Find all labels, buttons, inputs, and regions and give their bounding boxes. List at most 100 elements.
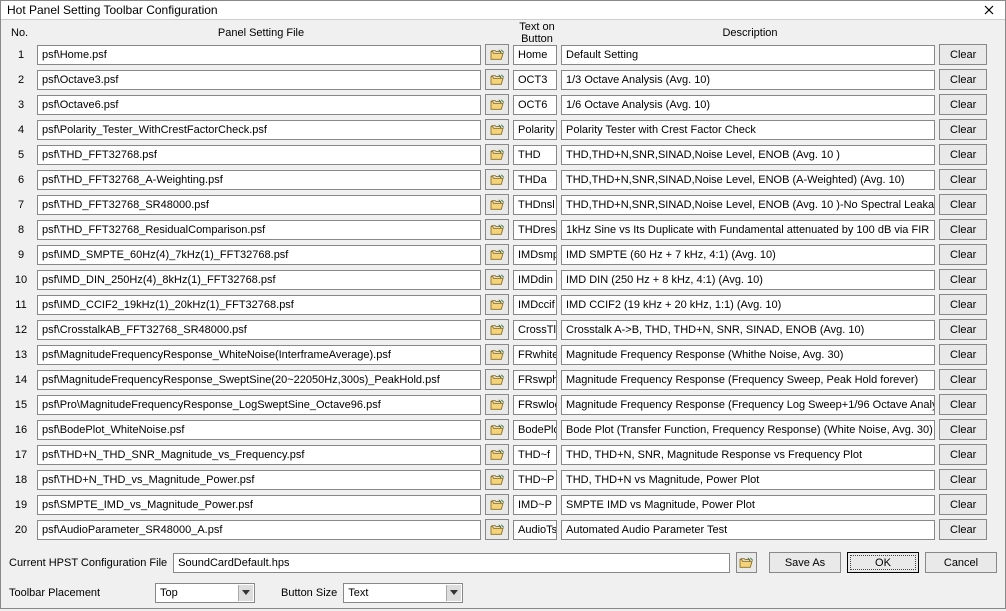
description-input[interactable]: Crosstalk A->B, THD, THD+N, SNR, SINAD, … (561, 320, 935, 340)
panel-setting-file-input[interactable]: psf\THD_FFT32768.psf (37, 145, 481, 165)
description-input[interactable]: Magnitude Frequency Response (Whithe Noi… (561, 345, 935, 365)
panel-setting-file-input[interactable]: psf\THD+N_THD_SNR_Magnitude_vs_Frequency… (37, 445, 481, 465)
description-input[interactable]: Magnitude Frequency Response (Frequency … (561, 370, 935, 390)
clear-button[interactable]: Clear (939, 369, 987, 390)
description-input[interactable]: SMPTE IMD vs Magnitude, Power Plot (561, 495, 935, 515)
panel-setting-file-input[interactable]: psf\MagnitudeFrequencyResponse_SweptSine… (37, 370, 481, 390)
button-text-input[interactable]: IMD~P (513, 495, 557, 515)
panel-setting-file-input[interactable]: psf\CrosstalkAB_FFT32768_SR48000.psf (37, 320, 481, 340)
clear-button[interactable]: Clear (939, 219, 987, 240)
description-input[interactable]: Polarity Tester with Crest Factor Check (561, 120, 935, 140)
clear-button[interactable]: Clear (939, 519, 987, 540)
browse-button[interactable] (485, 344, 509, 365)
panel-setting-file-input[interactable]: psf\SMPTE_IMD_vs_Magnitude_Power.psf (37, 495, 481, 515)
button-text-input[interactable]: IMDsmp (513, 245, 557, 265)
description-input[interactable]: Bode Plot (Transfer Function, Frequency … (561, 420, 935, 440)
button-size-select[interactable]: Text (343, 583, 463, 603)
panel-setting-file-input[interactable]: psf\THD_FFT32768_A-Weighting.psf (37, 170, 481, 190)
button-text-input[interactable]: THD~f (513, 445, 557, 465)
clear-button[interactable]: Clear (939, 319, 987, 340)
browse-button[interactable] (485, 194, 509, 215)
browse-config-button[interactable] (736, 552, 757, 573)
clear-button[interactable]: Clear (939, 494, 987, 515)
panel-setting-file-input[interactable]: psf\Octave6.psf (37, 95, 481, 115)
button-text-input[interactable]: THDnsl (513, 195, 557, 215)
description-input[interactable]: THD, THD+N, SNR, Magnitude Response vs F… (561, 445, 935, 465)
browse-button[interactable] (485, 519, 509, 540)
browse-button[interactable] (485, 494, 509, 515)
panel-setting-file-input[interactable]: psf\Home.psf (37, 45, 481, 65)
clear-button[interactable]: Clear (939, 69, 987, 90)
browse-button[interactable] (485, 444, 509, 465)
browse-button[interactable] (485, 394, 509, 415)
clear-button[interactable]: Clear (939, 144, 987, 165)
button-text-input[interactable]: FRswlog (513, 395, 557, 415)
panel-setting-file-input[interactable]: psf\THD_FFT32768_SR48000.psf (37, 195, 481, 215)
panel-setting-file-input[interactable]: psf\BodePlot_WhiteNoise.psf (37, 420, 481, 440)
browse-button[interactable] (485, 169, 509, 190)
browse-button[interactable] (485, 119, 509, 140)
button-text-input[interactable]: IMDdin (513, 270, 557, 290)
clear-button[interactable]: Clear (939, 194, 987, 215)
button-text-input[interactable]: IMDccif (513, 295, 557, 315)
button-text-input[interactable]: AudioTst (513, 520, 557, 540)
clear-button[interactable]: Clear (939, 469, 987, 490)
browse-button[interactable] (485, 469, 509, 490)
description-input[interactable]: Automated Audio Parameter Test (561, 520, 935, 540)
save-as-button[interactable]: Save As (769, 552, 841, 573)
cancel-button[interactable]: Cancel (925, 552, 997, 573)
panel-setting-file-input[interactable]: psf\IMD_DIN_250Hz(4)_8kHz(1)_FFT32768.ps… (37, 270, 481, 290)
panel-setting-file-input[interactable]: psf\MagnitudeFrequencyResponse_WhiteNois… (37, 345, 481, 365)
clear-button[interactable]: Clear (939, 169, 987, 190)
browse-button[interactable] (485, 219, 509, 240)
clear-button[interactable]: Clear (939, 444, 987, 465)
button-text-input[interactable]: OCT3 (513, 70, 557, 90)
clear-button[interactable]: Clear (939, 419, 987, 440)
button-text-input[interactable]: THDres (513, 220, 557, 240)
clear-button[interactable]: Clear (939, 269, 987, 290)
button-text-input[interactable]: THD~P (513, 470, 557, 490)
browse-button[interactable] (485, 419, 509, 440)
panel-setting-file-input[interactable]: psf\THD_FFT32768_ResidualComparison.psf (37, 220, 481, 240)
browse-button[interactable] (485, 369, 509, 390)
close-button[interactable] (975, 1, 1003, 19)
clear-button[interactable]: Clear (939, 44, 987, 65)
clear-button[interactable]: Clear (939, 119, 987, 140)
clear-button[interactable]: Clear (939, 294, 987, 315)
panel-setting-file-input[interactable]: psf\Polarity_Tester_WithCrestFactorCheck… (37, 120, 481, 140)
panel-setting-file-input[interactable]: psf\IMD_SMPTE_60Hz(4)_7kHz(1)_FFT32768.p… (37, 245, 481, 265)
panel-setting-file-input[interactable]: psf\AudioParameter_SR48000_A.psf (37, 520, 481, 540)
clear-button[interactable]: Clear (939, 394, 987, 415)
browse-button[interactable] (485, 44, 509, 65)
description-input[interactable]: 1/6 Octave Analysis (Avg. 10) (561, 95, 935, 115)
button-text-input[interactable]: FRwhite (513, 345, 557, 365)
browse-button[interactable] (485, 69, 509, 90)
description-input[interactable]: 1kHz Sine vs Its Duplicate with Fundamen… (561, 220, 935, 240)
button-text-input[interactable]: BodePlot (513, 420, 557, 440)
panel-setting-file-input[interactable]: psf\THD+N_THD_vs_Magnitude_Power.psf (37, 470, 481, 490)
description-input[interactable]: THD,THD+N,SNR,SINAD,Noise Level, ENOB (A… (561, 170, 935, 190)
clear-button[interactable]: Clear (939, 94, 987, 115)
button-text-input[interactable]: Polarity (513, 120, 557, 140)
browse-button[interactable] (485, 244, 509, 265)
button-text-input[interactable]: CrossTlk (513, 320, 557, 340)
clear-button[interactable]: Clear (939, 244, 987, 265)
ok-button[interactable]: OK (847, 552, 919, 573)
button-text-input[interactable]: FRswph (513, 370, 557, 390)
browse-button[interactable] (485, 94, 509, 115)
description-input[interactable]: THD,THD+N,SNR,SINAD,Noise Level, ENOB (A… (561, 145, 935, 165)
browse-button[interactable] (485, 144, 509, 165)
panel-setting-file-input[interactable]: psf\Pro\MagnitudeFrequencyResponse_LogSw… (37, 395, 481, 415)
panel-setting-file-input[interactable]: psf\Octave3.psf (37, 70, 481, 90)
button-text-input[interactable]: THD (513, 145, 557, 165)
description-input[interactable]: THD,THD+N,SNR,SINAD,Noise Level, ENOB (A… (561, 195, 935, 215)
config-file-input[interactable]: SoundCardDefault.hps (173, 553, 730, 573)
description-input[interactable]: IMD SMPTE (60 Hz + 7 kHz, 4:1) (Avg. 10) (561, 245, 935, 265)
description-input[interactable]: IMD DIN (250 Hz + 8 kHz, 4:1) (Avg. 10) (561, 270, 935, 290)
button-text-input[interactable]: Home (513, 45, 557, 65)
browse-button[interactable] (485, 269, 509, 290)
description-input[interactable]: Magnitude Frequency Response (Frequency … (561, 395, 935, 415)
description-input[interactable]: Default Setting (561, 45, 935, 65)
description-input[interactable]: IMD CCIF2 (19 kHz + 20 kHz, 1:1) (Avg. 1… (561, 295, 935, 315)
browse-button[interactable] (485, 319, 509, 340)
